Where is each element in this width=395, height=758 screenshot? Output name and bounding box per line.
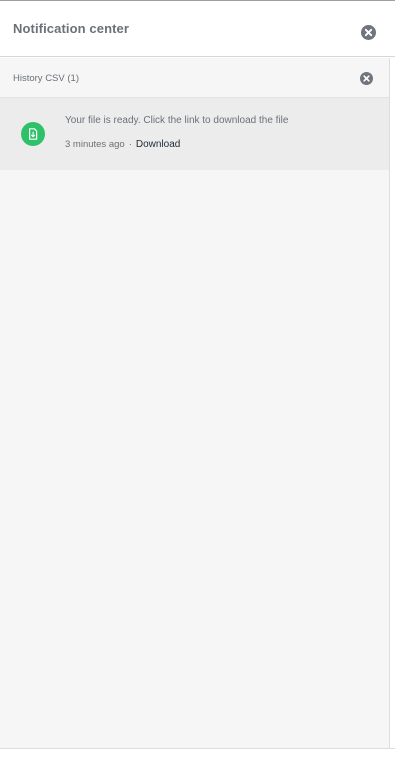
panel-footer	[0, 749, 395, 758]
meta-separator: ·	[128, 139, 132, 150]
notification-item: Your file is ready. Click the link to do…	[0, 98, 389, 170]
close-panel-button[interactable]	[361, 25, 376, 40]
dismiss-group-button[interactable]	[360, 72, 373, 85]
close-icon	[364, 28, 373, 37]
notification-meta: 3 minutes ago · Download	[65, 139, 180, 150]
scroll-gutter	[390, 58, 395, 748]
notification-timestamp: 3 minutes ago	[65, 139, 125, 150]
notification-group-header: History CSV (1)	[0, 58, 389, 98]
notification-message: Your file is ready. Click the link to do…	[65, 115, 289, 126]
group-title: History CSV (1)	[13, 73, 79, 84]
notification-list: History CSV (1) Your file is ready. Clic…	[0, 58, 390, 748]
panel-title: Notification center	[13, 21, 130, 36]
close-icon	[363, 75, 370, 82]
notification-center-panel: Notification center History CSV (1) Your…	[0, 0, 395, 758]
download-link[interactable]: Download	[136, 139, 180, 150]
panel-header: Notification center	[0, 1, 395, 57]
file-download-icon	[21, 122, 45, 146]
